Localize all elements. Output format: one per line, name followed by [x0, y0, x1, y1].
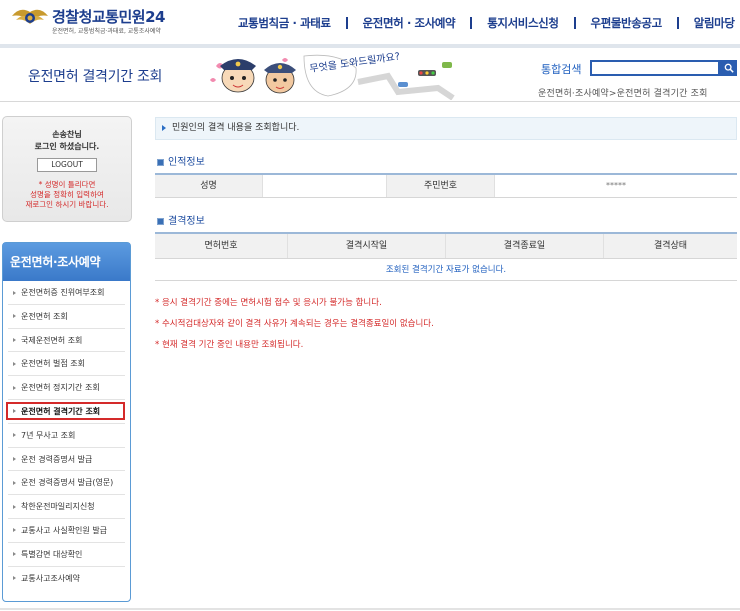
login-status-message: 로그인 하셨습니다. — [34, 142, 100, 151]
section-square-icon — [157, 217, 164, 225]
side-item-label: 운전 경력증명서 발급(영문) — [21, 478, 114, 488]
person-info-table: 성명 주민번호 ***** — [155, 173, 737, 198]
resident-number-value: ***** — [495, 175, 737, 197]
side-item-seven-year-record[interactable]: 7년 무사고 조회 — [8, 424, 125, 448]
side-item-license-authenticity[interactable]: 운전면허증 진위여부조회 — [8, 281, 125, 305]
side-item-good-driving-mileage[interactable]: 착한운전마일리지신청 — [8, 495, 125, 519]
nav-notice-board[interactable]: 알림마당 — [694, 15, 735, 31]
bullet-icon — [13, 361, 16, 366]
top-navigation: 교통범칙금 · 과태료 운전면허 · 조사예약 통지서비스신청 우편물반송공고 … — [238, 15, 740, 31]
logout-button[interactable]: LOGOUT — [37, 158, 97, 172]
suspension-info-table: 면허번호 결격시작일 결격종료일 결격상태 조회된 결격기간 자료가 없습니다. — [155, 232, 737, 281]
nav-divider — [676, 17, 679, 29]
search-icon — [724, 63, 734, 73]
notice-text: 민원인의 결격 내용을 조회합니다. — [172, 123, 300, 133]
side-item-label: 국제운전면허 조회 — [21, 335, 83, 345]
column-header: 결격시작일 — [288, 234, 446, 258]
suspension-info-title: 결격정보 — [168, 216, 205, 227]
bullet-icon — [13, 338, 16, 343]
guide-note: * 현재 결격 기간 중인 내용만 조회됩니다. — [155, 340, 304, 350]
side-item-label: 운전면허 벌점 조회 — [21, 359, 85, 369]
side-menu-title: 운전면허·조사예약 — [3, 243, 130, 281]
side-item-disqualification-period[interactable]: 운전면허 결격기간 조회 — [6, 400, 125, 424]
person-info-heading: 인적정보 — [157, 153, 205, 168]
page-title: 운전면허 결격기간 조회 — [28, 69, 163, 85]
side-item-suspension-period[interactable]: 운전면허 정지기간 조회 — [8, 376, 125, 400]
notice-bar: 민원인의 결격 내용을 조회합니다. — [155, 117, 737, 140]
bullet-icon — [13, 290, 16, 295]
bullet-icon — [13, 480, 16, 485]
login-warning: * 성명이 틀리다면 성명을 정확히 입력하여 재로그인 하시기 바랍니다. — [3, 180, 131, 210]
footer-divider — [0, 608, 740, 610]
page-banner: 운전면허 결격기간 조회 무엇을 도와드릴까요? 통합검색 운전면허·조사예약>… — [0, 48, 740, 102]
side-item-label: 교통사고조사예약 — [21, 573, 80, 583]
side-item-label: 특별감면 대상확인 — [21, 549, 83, 559]
person-info-title: 인적정보 — [168, 157, 205, 168]
side-item-accident-investigation-reservation[interactable]: 교통사고조사예약 — [8, 567, 125, 591]
side-item-special-reduction[interactable]: 특별감면 대상확인 — [8, 543, 125, 567]
section-square-icon — [157, 158, 164, 166]
bullet-icon — [13, 528, 16, 533]
side-item-label: 운전면허 조회 — [21, 311, 68, 321]
bullet-icon — [13, 314, 16, 319]
column-header: 결격종료일 — [446, 234, 604, 258]
search-input[interactable] — [590, 60, 720, 76]
nav-divider — [573, 17, 576, 29]
name-header: 성명 — [155, 175, 263, 197]
logo-brand: 경찰청교통민원24 — [52, 6, 165, 27]
bullet-icon — [13, 433, 16, 438]
nav-notification-service[interactable]: 통지서비스신청 — [487, 15, 559, 31]
resident-number-header: 주민번호 — [387, 175, 495, 197]
login-warning-line: 재로그인 하시기 바랍니다. — [25, 200, 109, 209]
side-item-label: 교통사고 사실확인원 발급 — [21, 525, 108, 535]
nav-returned-mail[interactable]: 우편물반송공고 — [591, 15, 663, 31]
police-emblem-icon — [12, 9, 48, 24]
nav-fines[interactable]: 교통범칙금 · 과태료 — [238, 15, 331, 31]
logo-brand-traffic: 교통민원24 — [91, 8, 166, 26]
active-item-highlight — [6, 401, 125, 420]
search-button[interactable] — [720, 60, 737, 76]
nav-license-reservation[interactable]: 운전면허 · 조사예약 — [363, 15, 456, 31]
side-item-license-inquiry[interactable]: 운전면허 조회 — [8, 305, 125, 329]
empty-result-message: 조회된 결격기간 자료가 없습니다. — [155, 259, 737, 281]
police-logo[interactable]: 경찰청교통민원24 운전면허, 교통범칙금·과태료, 교통조사예약 — [8, 4, 178, 40]
login-user-name: 손송찬님 — [52, 130, 82, 139]
side-item-penalty-points[interactable]: 운전면허 벌점 조회 — [8, 352, 125, 377]
side-item-label: 운전면허증 진위여부조회 — [21, 288, 105, 297]
police-mascot-illustration: 무엇을 도와드릴까요? — [210, 52, 455, 100]
suspension-info-heading: 결격정보 — [157, 212, 205, 227]
side-item-accident-fact-cert[interactable]: 교통사고 사실확인원 발급 — [8, 519, 125, 543]
column-header: 결격상태 — [653, 241, 688, 251]
breadcrumb: 운전면허·조사예약>운전면허 결격기간 조회 — [538, 89, 708, 99]
side-item-label: 7년 무사고 조회 — [21, 430, 76, 440]
login-warning-line: * 성명이 틀리다면 — [38, 180, 96, 189]
side-item-label: 운전 경력증명서 발급 — [21, 454, 93, 464]
side-menu: 운전면허·조사예약 운전면허증 진위여부조회 운전면허 조회 국제운전면허 조회… — [2, 242, 131, 602]
bullet-icon — [13, 504, 16, 509]
side-item-label: 운전면허 정지기간 조회 — [21, 383, 100, 393]
guide-note: * 수시적검대상자와 같이 결격 사유가 계속되는 경우는 결격종료일이 없습니… — [155, 319, 434, 329]
column-header: 면허번호 — [155, 234, 288, 258]
side-item-label: 착한운전마일리지신청 — [21, 502, 95, 512]
logo-brand-police: 경찰청 — [52, 8, 92, 26]
login-warning-line: 성명을 정확히 입력하여 — [30, 190, 104, 199]
nav-divider — [345, 17, 348, 29]
side-item-international-license[interactable]: 국제운전면허 조회 — [8, 329, 125, 353]
name-value — [263, 175, 387, 197]
side-item-driving-career-cert-english[interactable]: 운전 경력증명서 발급(영문) — [8, 471, 125, 496]
bullet-icon — [13, 385, 16, 390]
site-header: 경찰청교통민원24 운전면허, 교통범칙금·과태료, 교통조사예약 교통범칙금 … — [0, 0, 740, 48]
search-label: 통합검색 — [541, 63, 582, 76]
logo-subtitle: 운전면허, 교통범칙금·과태료, 교통조사예약 — [52, 28, 161, 35]
guide-note: * 응시 결격기간 중에는 면허시험 접수 및 응시가 불가능 합니다. — [155, 298, 382, 308]
side-item-driving-career-cert[interactable]: 운전 경력증명서 발급 — [8, 448, 125, 472]
bullet-icon — [13, 457, 16, 462]
bullet-icon — [13, 552, 16, 557]
triangle-bullet-icon — [162, 124, 166, 131]
side-menu-list: 운전면허증 진위여부조회 운전면허 조회 국제운전면허 조회 운전면허 벌점 조… — [3, 281, 130, 590]
table-header-row: 면허번호 결격시작일 결격종료일 결격상태 — [155, 234, 737, 259]
bullet-icon — [13, 576, 16, 581]
login-panel: 손송찬님 로그인 하셨습니다. LOGOUT * 성명이 틀리다면 성명을 정확… — [2, 116, 132, 222]
nav-divider — [470, 17, 473, 29]
